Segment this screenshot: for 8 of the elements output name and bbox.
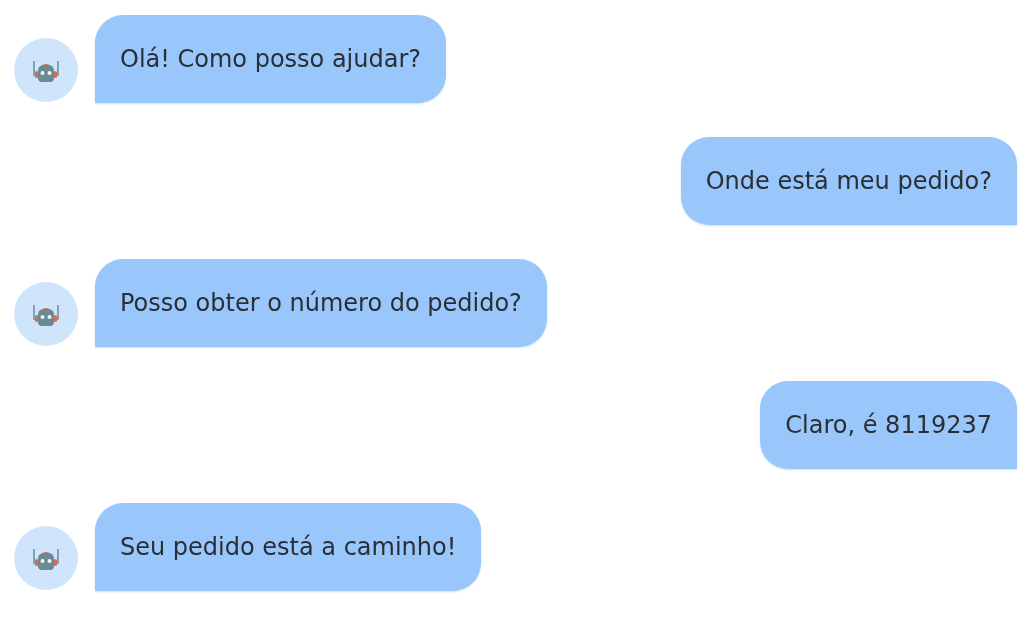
robot-avatar-icon — [14, 282, 78, 346]
robot-avatar-icon — [14, 38, 78, 102]
user-message-bubble: Onde está meu pedido? — [680, 137, 1017, 225]
robot-avatar-icon — [14, 526, 78, 590]
bot-message-bubble: Posso obter o número do pedido? — [95, 259, 547, 347]
bot-message-bubble: Olá! Como posso ajudar? — [95, 15, 447, 103]
user-message-bubble: Claro, é 8119237 — [760, 381, 1017, 469]
bot-message-bubble: Seu pedido está a caminho! — [95, 503, 482, 591]
